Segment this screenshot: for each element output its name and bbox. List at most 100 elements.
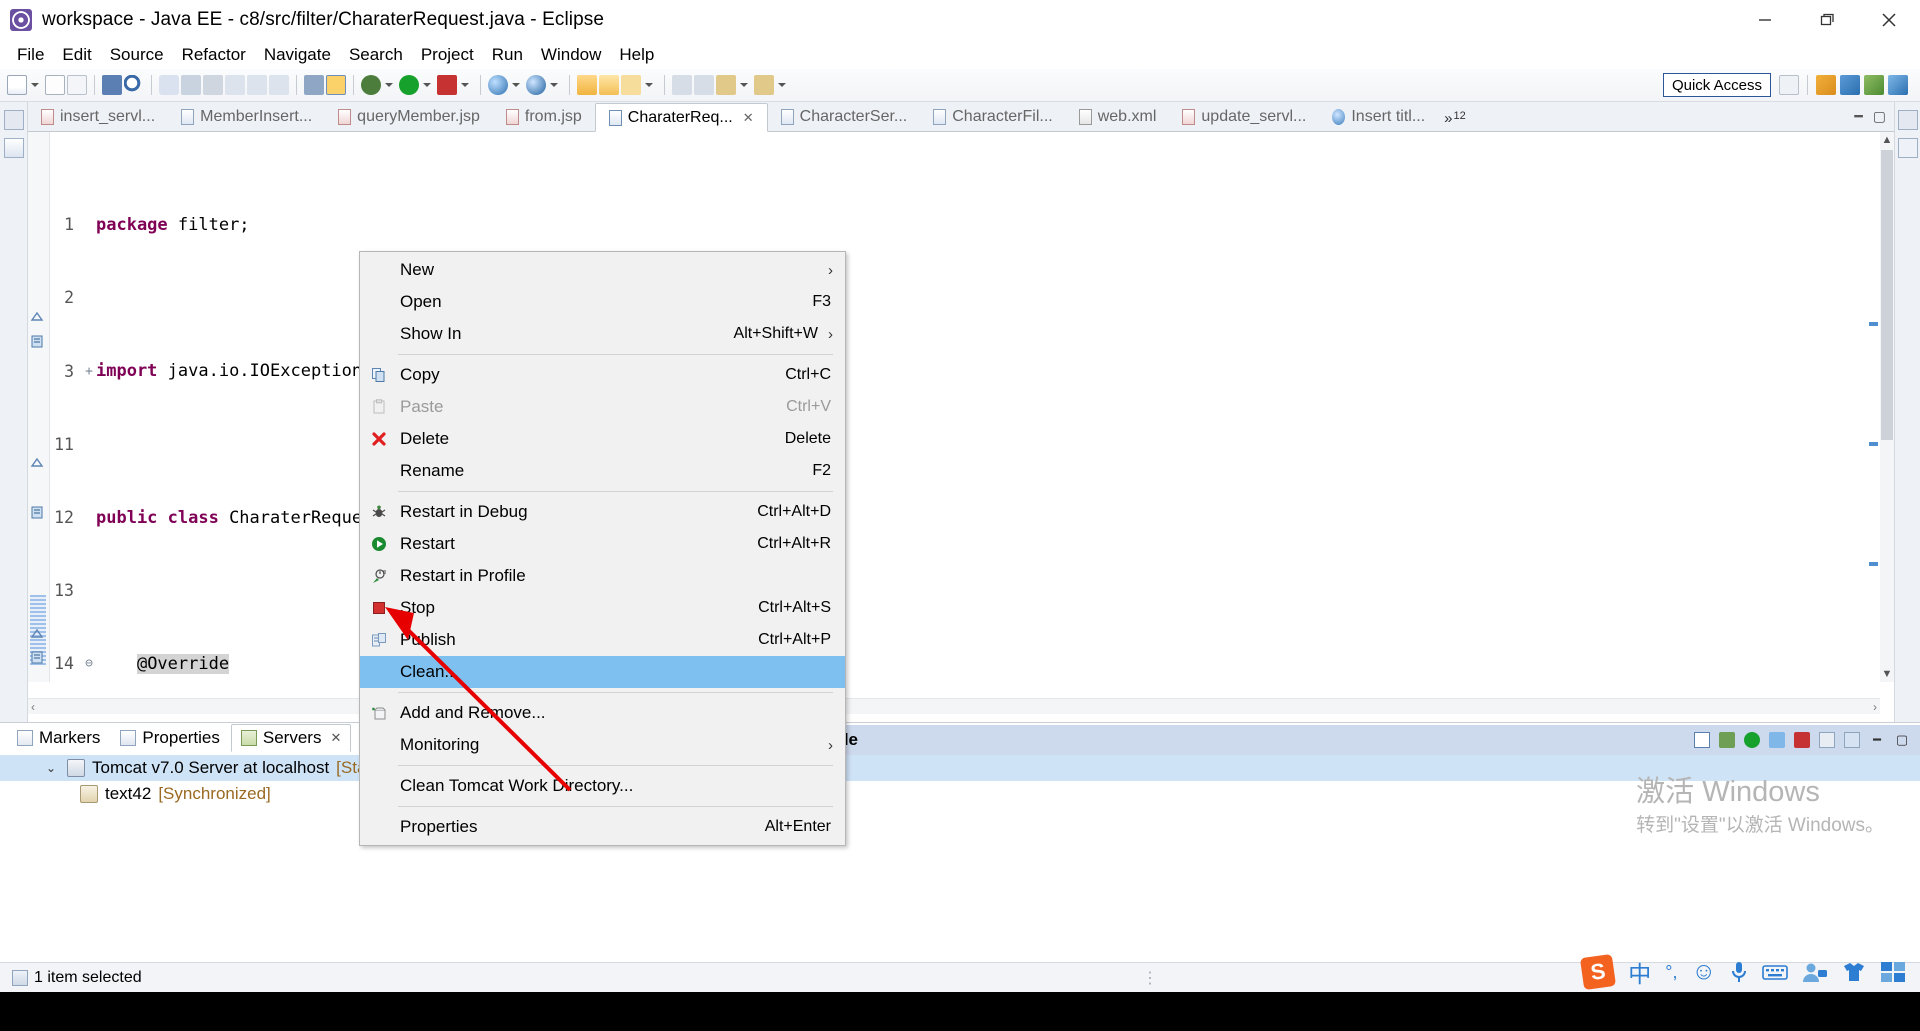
editor-tab-insert-titl[interactable]: Insert titl... (1319, 102, 1438, 131)
menu-project[interactable]: Project (412, 43, 483, 67)
next-annotation-button[interactable] (694, 72, 714, 98)
step-into-button[interactable] (247, 72, 267, 98)
clear-console-icon[interactable] (1819, 732, 1835, 748)
overview-marker[interactable] (1869, 562, 1878, 566)
chevron-down-icon-run[interactable] (423, 83, 431, 87)
minimize-editor-icon[interactable]: ━ (1854, 108, 1862, 125)
open-folder-2-button[interactable] (599, 72, 619, 98)
coverage-dropdown[interactable] (437, 72, 473, 98)
context-menu-item-monitoring[interactable]: Monitoring › (360, 729, 845, 761)
chevron-down-icon[interactable] (31, 83, 39, 87)
context-menu-item-properties[interactable]: Properties Alt+Enter (360, 811, 845, 843)
save-button[interactable] (45, 72, 65, 98)
fold-marker-expand[interactable]: + (82, 360, 96, 384)
scroll-down-arrow-icon[interactable]: ▼ (1880, 666, 1894, 682)
menu-run[interactable]: Run (483, 43, 532, 67)
run-dropdown[interactable] (399, 72, 435, 98)
fold-marker-collapse[interactable]: ⊖ (82, 652, 96, 676)
print-button[interactable] (102, 72, 122, 98)
editor-tab-insert-servl[interactable]: insert_servl... (28, 102, 168, 131)
terminate-button[interactable] (203, 72, 223, 98)
context-menu-item-restart[interactable]: Restart Ctrl+Alt+R (360, 528, 845, 560)
keyboard-icon[interactable] (1762, 963, 1788, 981)
menu-refactor[interactable]: Refactor (173, 43, 255, 67)
context-menu-item-show-in[interactable]: Show In Alt+Shift+W › (360, 318, 845, 350)
tab-properties[interactable]: Properties (111, 725, 228, 751)
toolbox-icon[interactable] (1880, 961, 1906, 983)
skin-icon[interactable] (1842, 961, 1866, 983)
editor-tab-memberinsert[interactable]: MemberInsert... (168, 102, 325, 131)
outline-view-icon[interactable] (1897, 110, 1918, 130)
annotation-button[interactable] (326, 72, 346, 98)
restore-button[interactable] (1796, 0, 1858, 41)
perspective-javaee-icon[interactable] (1816, 75, 1836, 95)
server-dropdown[interactable] (488, 72, 524, 98)
perspective-open-icon[interactable] (1779, 75, 1799, 95)
menu-edit[interactable]: Edit (53, 43, 100, 67)
editor-tab-charaterrequest[interactable]: CharaterReq... ✕ (594, 103, 768, 132)
editor-tab-update-servl[interactable]: update_servl... (1169, 102, 1319, 131)
perspective-web-icon[interactable] (1888, 75, 1908, 95)
profile-dropdown[interactable] (526, 72, 562, 98)
chevron-down-icon-fwd[interactable] (778, 83, 786, 87)
perspective-debug-icon[interactable] (1864, 75, 1884, 95)
menu-help[interactable]: Help (610, 43, 663, 67)
pause-button[interactable] (181, 72, 201, 98)
overview-marker[interactable] (1869, 442, 1878, 446)
editor-tab-from-jsp[interactable]: from.jsp (493, 102, 595, 131)
scroll-up-arrow-icon[interactable]: ▲ (1880, 132, 1894, 148)
perspective-java-icon[interactable] (1840, 75, 1860, 95)
step-return-button[interactable] (269, 72, 289, 98)
chevron-down-icon-debug[interactable] (385, 83, 393, 87)
back-nav-button[interactable] (716, 72, 752, 98)
context-menu-item-clean-tomcat-work-directory[interactable]: Clean Tomcat Work Directory... (360, 770, 845, 802)
context-menu-item-publish[interactable]: Publish Ctrl+Alt+P (360, 624, 845, 656)
user-icon[interactable] (1802, 961, 1828, 983)
chevron-down-icon-back[interactable] (740, 83, 748, 87)
prev-annotation-button[interactable] (672, 72, 692, 98)
step-over-button[interactable] (225, 72, 245, 98)
context-menu-item-restart-in-debug[interactable]: Restart in Debug Ctrl+Alt+D (360, 496, 845, 528)
save-all-button[interactable] (67, 72, 87, 98)
editor-tab-querymember[interactable]: queryMember.jsp (325, 102, 493, 131)
search-button[interactable] (124, 72, 144, 98)
forward-nav-button[interactable] (754, 72, 790, 98)
scroll-right-arrow-icon[interactable]: › (1873, 700, 1877, 714)
close-icon[interactable]: ✕ (743, 110, 754, 126)
overview-ruler[interactable] (1866, 132, 1880, 682)
tab-markers[interactable]: Markers (8, 725, 109, 751)
context-menu-item-rename[interactable]: Rename F2 (360, 455, 845, 487)
sogou-logo-icon[interactable]: S (1580, 953, 1617, 991)
tab-overflow-chevron[interactable]: » 12 (1444, 110, 1466, 131)
context-menu-item-restart-in-profile[interactable]: Restart in Profile (360, 560, 845, 592)
profile-console-icon[interactable] (1769, 732, 1785, 748)
restore-view-icon[interactable] (3, 110, 24, 130)
microphone-icon[interactable] (1730, 960, 1748, 984)
maximize-console-icon[interactable]: ▢ (1894, 732, 1910, 748)
menu-search[interactable]: Search (340, 43, 412, 67)
open-console-icon[interactable] (1844, 732, 1860, 748)
code-editor[interactable]: 1 package filter; 2 3 + import java.io.I… (28, 132, 1894, 682)
editor-tab-characterser[interactable]: CharacterSer... (768, 102, 921, 131)
chinese-input-mode-icon[interactable]: 中 (1628, 955, 1651, 989)
chevron-down-icon[interactable]: ⌄ (44, 761, 58, 775)
windows-taskbar[interactable] (0, 992, 1920, 1031)
terminate-console-icon[interactable] (1794, 732, 1810, 748)
tree-row-module-text42[interactable]: text42 [Synchronized] (0, 781, 1920, 807)
menu-window[interactable]: Window (532, 43, 610, 67)
editor-vertical-scrollbar[interactable]: ▲ ▼ (1880, 132, 1894, 682)
open-folder-button[interactable] (577, 72, 597, 98)
close-button[interactable] (1858, 0, 1920, 41)
chevron-down-icon-prof[interactable] (550, 83, 558, 87)
new-wizard-button[interactable] (7, 72, 43, 98)
context-menu-item-copy[interactable]: Copy Ctrl+C (360, 359, 845, 391)
project-explorer-icon[interactable] (3, 138, 24, 158)
menu-navigate[interactable]: Navigate (255, 43, 340, 67)
minimize-console-icon[interactable]: ━ (1869, 732, 1885, 748)
run-last-button[interactable] (159, 72, 179, 98)
chevron-down-icon-cov[interactable] (461, 83, 469, 87)
new-jsp-button[interactable] (621, 72, 657, 98)
context-menu-item-open[interactable]: Open F3 (360, 286, 845, 318)
close-icon[interactable]: ✕ (330, 730, 341, 746)
scroll-thumb[interactable] (1881, 150, 1893, 440)
